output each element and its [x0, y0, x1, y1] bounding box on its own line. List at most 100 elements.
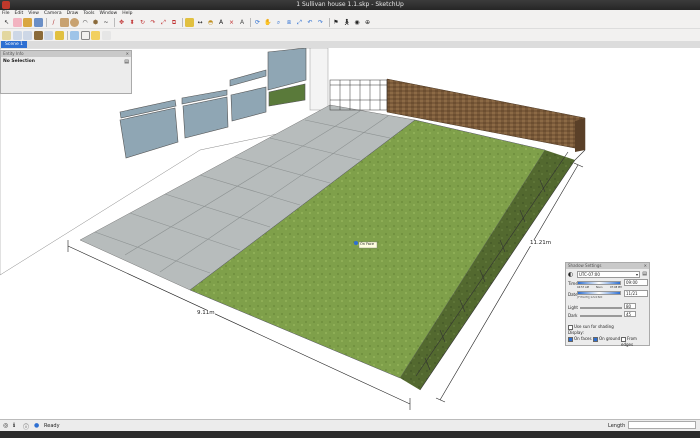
left-view-icon[interactable]	[44, 30, 53, 40]
model-drawing[interactable]	[0, 48, 700, 419]
menu-camera[interactable]: Camera	[44, 11, 62, 16]
3d-text-icon[interactable]: A	[238, 18, 247, 27]
shadow-settings-title: Shadow Settings	[568, 263, 602, 268]
window-title: 1 Sullivan house 1.1.skp - SketchUp	[296, 1, 404, 8]
length-label: Length	[608, 423, 626, 429]
select-icon[interactable]: ↖	[2, 18, 11, 27]
dimension-label-short[interactable]: 9.11m	[197, 310, 215, 316]
right-view-icon[interactable]	[23, 30, 32, 40]
look-around-icon[interactable]: ◉	[353, 18, 362, 27]
shadow-details-icon[interactable]: ▤	[642, 271, 647, 277]
circle-icon[interactable]	[70, 18, 79, 27]
menu-edit[interactable]: Edit	[15, 11, 24, 16]
follow-me-icon[interactable]: ↷	[149, 18, 158, 27]
info-circle-icon[interactable]: ●	[34, 422, 39, 429]
textured-icon[interactable]	[101, 30, 111, 40]
toolbar-separator	[250, 18, 251, 27]
zoom-icon[interactable]: ⌕	[274, 18, 283, 27]
on-ground-label: On ground	[599, 336, 621, 341]
axes-icon[interactable]: ⨯	[227, 18, 236, 27]
rectangle-icon[interactable]	[59, 18, 69, 27]
light-label: Light	[568, 305, 578, 310]
section-plane-icon[interactable]: ⊕	[363, 18, 372, 27]
zoom-window-icon[interactable]: ⧈	[285, 18, 294, 27]
next-view-icon[interactable]: ↷	[316, 18, 325, 27]
use-sun-checkbox[interactable]: Use sun for shading	[568, 324, 614, 330]
toolbar-separator	[46, 18, 47, 27]
close-icon[interactable]: ✕	[644, 263, 647, 269]
zoom-extents-icon[interactable]: ⤢	[295, 18, 304, 27]
tape-measure-icon[interactable]	[185, 18, 194, 27]
menu-view[interactable]: View	[28, 11, 39, 16]
geo-location-icon[interactable]: ◎	[3, 422, 8, 429]
dark-slider[interactable]	[580, 315, 622, 317]
dark-input[interactable]: 45	[624, 311, 636, 317]
shaded-icon[interactable]	[91, 30, 100, 40]
measurements-input[interactable]	[628, 421, 696, 429]
model-viewport[interactable]: 9.11m 11.21m On Face	[0, 48, 700, 419]
timezone-select[interactable]: UTC-07:00 ▾	[577, 271, 640, 278]
xray-icon[interactable]	[70, 30, 79, 40]
time-input[interactable]: 09:00	[624, 279, 648, 286]
menu-help[interactable]: Help	[122, 11, 132, 16]
shadow-toggle-icon[interactable]: ◐	[568, 271, 573, 278]
tab-scene-1[interactable]: Scene 1	[1, 41, 28, 48]
iso-view-icon[interactable]	[54, 30, 64, 40]
credits-icon[interactable]: ℹ	[13, 422, 15, 429]
protractor-icon[interactable]: ◓	[206, 18, 215, 27]
front-view-icon[interactable]	[12, 30, 22, 40]
text-icon[interactable]: A	[217, 18, 226, 27]
make-component-icon[interactable]	[33, 18, 43, 27]
time-slider-track[interactable]	[577, 281, 621, 285]
light-slider[interactable]	[580, 307, 622, 309]
menu-bar: File Edit View Camera Draw Tools Window …	[0, 10, 700, 17]
freehand-icon[interactable]: ~	[102, 18, 111, 27]
scale-icon[interactable]: ⤢	[159, 18, 168, 27]
menu-tools[interactable]: Tools	[83, 11, 94, 16]
menu-file[interactable]: File	[2, 11, 10, 16]
pan-icon[interactable]: ✋	[264, 18, 273, 27]
toolbar-separator	[114, 18, 115, 27]
paint-bucket-icon[interactable]	[23, 18, 32, 27]
offset-icon[interactable]: ⧉	[170, 18, 179, 27]
on-faces-checkbox[interactable]: On faces	[568, 336, 592, 342]
orbit-icon[interactable]: ⟳	[253, 18, 262, 27]
previous-view-icon[interactable]: ↶	[306, 18, 315, 27]
date-slider-track[interactable]	[577, 291, 621, 295]
help-icon[interactable]: ⓘ	[23, 422, 29, 431]
house-pillar	[309, 48, 329, 111]
menu-window[interactable]: Window	[99, 11, 117, 16]
shadow-settings-header: Shadow Settings ✕	[566, 263, 649, 269]
on-ground-checkbox[interactable]: On ground	[593, 336, 620, 342]
views-toolbar	[0, 29, 700, 41]
menu-draw[interactable]: Draw	[67, 11, 79, 16]
dark-label: Dark	[568, 313, 578, 318]
close-icon[interactable]: ✕	[126, 51, 129, 57]
status-text: Ready	[44, 423, 60, 429]
light-input[interactable]: 80	[624, 303, 636, 309]
back-view-icon[interactable]	[33, 30, 43, 40]
position-camera-icon[interactable]: ⚑	[332, 18, 341, 27]
rotate-icon[interactable]: ↻	[138, 18, 147, 27]
os-taskbar	[0, 431, 700, 438]
walk-icon[interactable]: 🚶︎	[342, 18, 351, 27]
top-view-icon[interactable]	[2, 30, 11, 40]
arc-icon[interactable]: ◠	[81, 18, 90, 27]
date-value: 11/21	[626, 291, 638, 296]
line-icon[interactable]: /	[49, 18, 58, 27]
toolbar-separator	[182, 18, 183, 27]
move-icon[interactable]: ✥	[117, 18, 126, 27]
dimension-label-long[interactable]: 11.21m	[530, 240, 552, 246]
dimension-icon[interactable]: ↔	[196, 18, 205, 27]
push-pull-icon[interactable]: ⬍	[128, 18, 137, 27]
polygon-icon[interactable]: ⬢	[91, 18, 100, 27]
time-scale-noon: Noon	[596, 286, 603, 289]
entity-info-menu-icon[interactable]: ▤	[124, 59, 129, 65]
date-input[interactable]: 11/21	[624, 290, 648, 297]
selection-label: No Selection	[3, 59, 35, 64]
from-edges-checkbox[interactable]: From edges	[621, 336, 649, 347]
eraser-icon[interactable]	[12, 18, 22, 27]
wireframe-icon[interactable]	[80, 30, 90, 40]
scene-tab-bar: Scene 1	[0, 41, 700, 48]
date-scale: J F M A M J J A S O N D	[577, 296, 603, 299]
